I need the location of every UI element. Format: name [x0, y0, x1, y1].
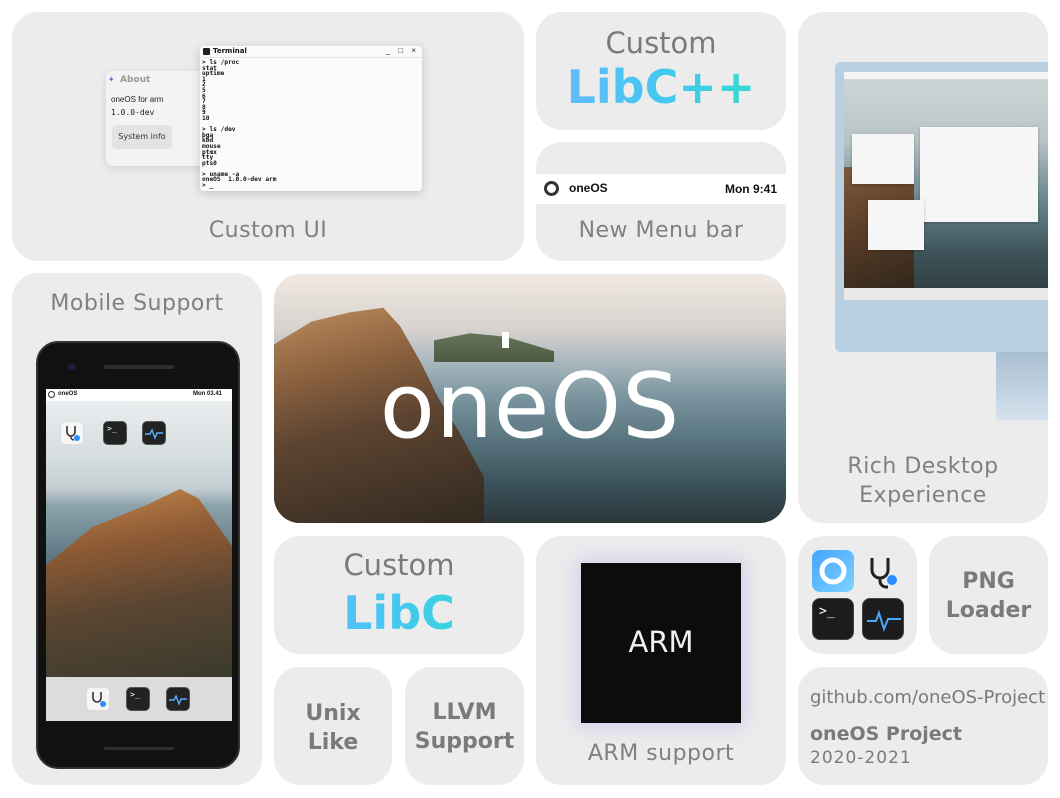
mobile-card: Mobile Support oneOS Mon 03.41 >_ >_ — [12, 273, 262, 785]
desktop-dock — [844, 288, 1048, 300]
phone-speaker — [104, 365, 174, 369]
terminal-app-icon[interactable]: >_ — [103, 421, 127, 445]
hero-lighthouse — [502, 332, 509, 348]
phone-illustration: oneOS Mon 03.41 >_ >_ — [36, 341, 240, 769]
about-app-icon[interactable] — [862, 550, 904, 592]
phone-status-name: oneOS — [58, 391, 78, 397]
phone-status-bar: oneOS Mon 03.41 — [46, 389, 232, 401]
libcpp-label-big: LibC++ — [536, 60, 786, 114]
github-card: github.com/oneOS-Project oneOS Project 2… — [798, 667, 1048, 785]
hero-card: oneOS — [274, 274, 786, 523]
phone-chin-speaker — [104, 747, 174, 750]
llvm-line2: Support — [414, 729, 515, 754]
desktop-card: Rich Desktop Experience — [798, 12, 1048, 523]
unix-line2: Like — [307, 730, 359, 755]
menu-bar: oneOS Mon 9:41 — [536, 174, 786, 204]
menu-bar-clock: Mon 9:41 — [724, 182, 777, 196]
mini-terminal-window — [920, 127, 1038, 222]
project-years: 2020-2021 — [810, 748, 912, 768]
desktop-caption-line1: Rich Desktop — [847, 454, 999, 479]
libc-label-big: LibC — [274, 586, 524, 640]
arm-chip-label: ARM — [628, 625, 694, 659]
phone-dock: >_ — [46, 677, 232, 721]
custom-ui-caption: Custom UI — [208, 218, 328, 243]
terminal-small-icon — [203, 48, 210, 55]
png-line2: Loader — [945, 598, 1032, 623]
project-name: oneOS Project — [810, 723, 963, 745]
about-os-version: 1.0.0-dev — [111, 108, 155, 117]
imac-stand — [996, 352, 1048, 420]
about-os-name: oneOS for arm — [111, 95, 164, 104]
llvm-line1: LLVM — [432, 700, 497, 725]
custom-ui-card: ✦ About oneOS for arm 1.0.0-dev System i… — [12, 12, 524, 261]
libc-label-top: Custom — [343, 548, 455, 582]
unix-like-card: Unix Like — [274, 667, 392, 785]
libc-card: Custom LibC — [274, 536, 524, 654]
desktop-menu-bar — [844, 72, 1048, 79]
imac-illustration — [835, 62, 1048, 352]
terminal-output: > ls /proc stat uptime 1 2 5 6 7 8 9 10 … — [202, 59, 277, 190]
terminal-window: Terminal _ □ × > ls /proc stat uptime 1 … — [200, 46, 422, 191]
png-line1: PNG — [962, 569, 1015, 594]
oneos-logo-icon — [48, 391, 55, 398]
about-app-icon[interactable] — [86, 687, 110, 711]
png-loader-card: PNG Loader — [929, 536, 1048, 654]
app-icons-card: >_ — [798, 536, 917, 654]
terminal-app-icon[interactable]: >_ — [812, 598, 854, 640]
phone-camera — [68, 363, 76, 371]
about-window: ✦ About oneOS for arm 1.0.0-dev System i… — [106, 71, 206, 166]
about-icon: ✦ — [108, 75, 115, 84]
monitor-app-icon[interactable] — [166, 687, 190, 711]
oneos-logo-icon[interactable] — [812, 550, 854, 592]
system-info-button[interactable]: System info — [112, 125, 172, 149]
mini-about-window — [852, 134, 914, 184]
libcpp-label-top: Custom — [605, 26, 717, 60]
arm-caption: ARM support — [587, 741, 735, 766]
terminal-app-icon[interactable]: >_ — [126, 687, 150, 711]
monitor-app-icon[interactable] — [862, 598, 904, 640]
terminal-title: Terminal — [213, 47, 247, 55]
about-window-title: About — [120, 75, 151, 85]
about-app-icon[interactable] — [60, 421, 84, 445]
mini-monitor-window — [868, 200, 924, 250]
monitor-app-icon[interactable] — [142, 421, 166, 445]
menubar-card: oneOS Mon 9:41 New Menu bar — [536, 142, 786, 261]
phone-screen: oneOS Mon 03.41 >_ >_ — [46, 389, 232, 721]
terminal-titlebar: Terminal _ □ × — [200, 46, 422, 58]
libcpp-card: Custom LibC++ — [536, 12, 786, 130]
llvm-card: LLVM Support — [405, 667, 524, 785]
desktop-caption-line2: Experience — [859, 483, 987, 508]
github-url[interactable]: github.com/oneOS-Project — [810, 687, 1045, 708]
arm-card: ARM ARM support — [536, 536, 786, 785]
unix-line1: Unix — [305, 701, 361, 726]
phone-status-clock: Mon 03.41 — [192, 391, 222, 397]
desktop-screenshot — [844, 72, 1048, 300]
menu-bar-app-name: oneOS — [569, 181, 608, 195]
hero-title: oneOS — [379, 354, 681, 459]
mobile-caption: Mobile Support — [50, 291, 224, 316]
phone-wallpaper-cliff — [46, 489, 232, 679]
menubar-caption: New Menu bar — [578, 218, 744, 243]
window-controls[interactable]: _ □ × — [386, 46, 419, 55]
arm-chip-icon: ARM — [581, 563, 741, 723]
oneos-logo-icon[interactable] — [544, 181, 559, 196]
